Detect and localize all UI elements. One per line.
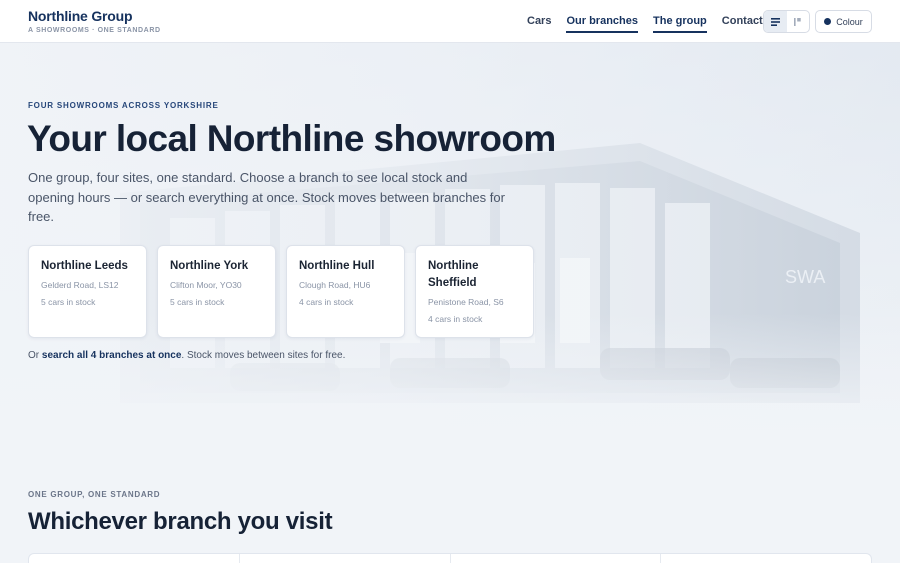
nav-the-group[interactable]: The group (653, 14, 707, 33)
branch-address: Clough Road, HU6 (299, 280, 371, 290)
search-note-suffix: . Stock moves between sites for free. (181, 350, 346, 361)
branch-name: Northline Hull (299, 260, 375, 272)
feature-cell (451, 554, 662, 563)
grid-view-icon (793, 17, 801, 26)
hero-eyebrow: FOUR SHOWROOMS ACROSS YORKSHIRE (28, 101, 219, 110)
feature-cell (29, 554, 240, 563)
branch-card-hull[interactable]: Northline Hull Clough Road, HU6 4 cars i… (286, 245, 405, 338)
branch-stock: 4 cars in stock (428, 314, 483, 324)
brand-name[interactable]: Northline Group (28, 8, 161, 25)
nav-cars[interactable]: Cars (527, 14, 551, 33)
branch-card-leeds[interactable]: Northline Leeds Gelderd Road, LS12 5 car… (28, 245, 147, 338)
branch-name: Northline Sheffield (428, 260, 479, 289)
branch-name: Northline York (170, 260, 249, 272)
branch-stock: 5 cars in stock (170, 297, 225, 307)
section-title: Whichever branch you visit (28, 508, 333, 535)
branch-cards: Northline Leeds Gelderd Road, LS12 5 car… (28, 245, 544, 338)
brand-tagline: A SHOWROOMS · ONE STANDARD (28, 27, 161, 34)
branch-card-sheffield[interactable]: Northline Sheffield Penistone Road, S6 4… (415, 245, 534, 338)
search-note-prefix: Or (28, 350, 42, 361)
list-view-icon (770, 17, 780, 26)
main-nav: Cars Our branches The group Contact (527, 14, 778, 33)
page-title: Your local Northline showroom (27, 118, 556, 159)
colour-button[interactable]: Colour (815, 10, 872, 33)
branch-address: Penistone Road, S6 (428, 297, 504, 307)
branch-card-york[interactable]: Northline York Clifton Moor, YO30 5 cars… (157, 245, 276, 338)
feature-strip (28, 553, 872, 563)
branch-stock: 4 cars in stock (299, 297, 354, 307)
branch-address: Gelderd Road, LS12 (41, 280, 119, 290)
hero-intro: One group, four sites, one standard. Cho… (28, 170, 505, 224)
feature-cell (661, 554, 871, 563)
nav-contact[interactable]: Contact (722, 14, 763, 33)
colour-button-label: Colour (836, 16, 863, 27)
list-view-button[interactable] (764, 11, 787, 32)
view-toggle (763, 10, 810, 33)
grid-view-button[interactable] (787, 11, 810, 32)
colour-dot-icon (824, 18, 832, 25)
feature-cell (240, 554, 451, 563)
branch-address: Clifton Moor, YO30 (170, 280, 242, 290)
branch-stock: 5 cars in stock (41, 297, 96, 307)
nav-our-branches[interactable]: Our branches (566, 14, 638, 33)
branch-name: Northline Leeds (41, 260, 128, 272)
section-eyebrow: ONE GROUP, ONE STANDARD (28, 490, 161, 499)
brand[interactable]: Northline Group A SHOWROOMS · ONE STANDA… (28, 8, 161, 35)
search-note: Or search all 4 branches at once. Stock … (28, 350, 345, 361)
site-header: Northline Group A SHOWROOMS · ONE STANDA… (0, 0, 900, 43)
search-all-branches-link[interactable]: search all 4 branches at once (42, 350, 182, 361)
